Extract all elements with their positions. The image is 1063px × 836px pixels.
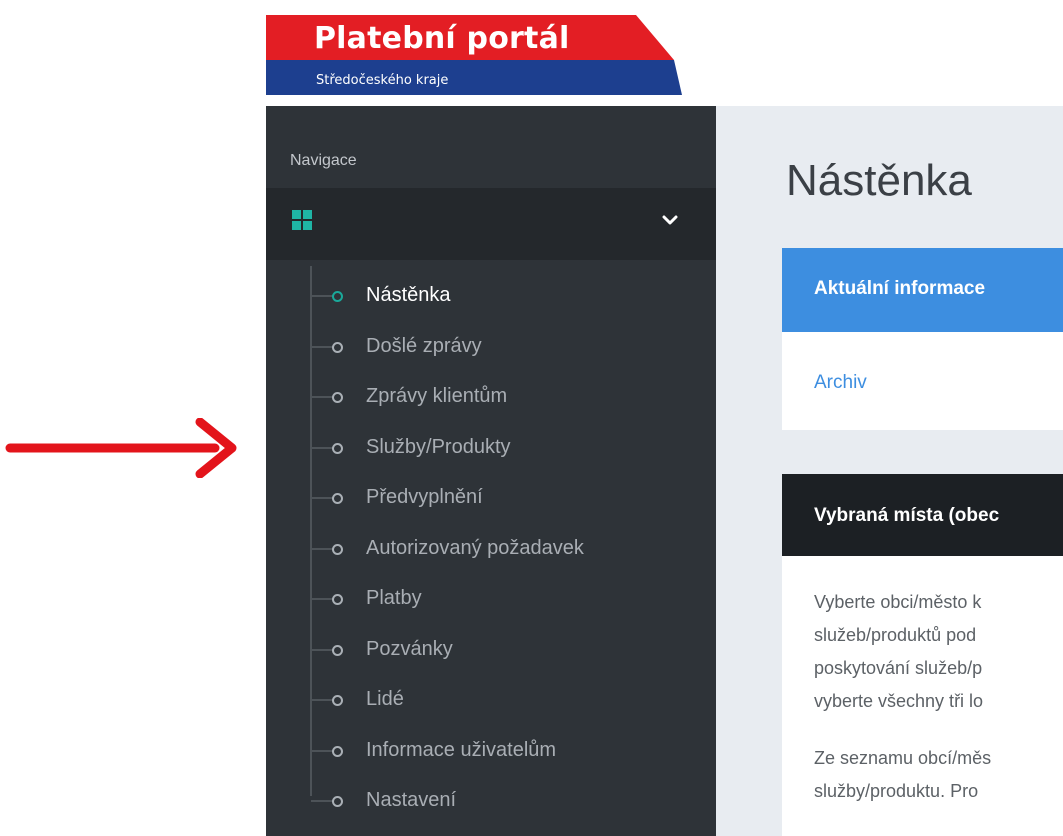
sidebar-item-predvyplneni[interactable]: Předvyplnění: [266, 472, 716, 523]
bullet-icon: [332, 341, 343, 353]
sidebar-item-label: Služby/Produkty: [366, 435, 511, 458]
sidebar-item-pozvanky[interactable]: Pozvánky: [266, 624, 716, 675]
bullet-icon: [332, 392, 343, 403]
tree-branch: [311, 497, 333, 499]
sidebar-item-label: Pozvánky: [366, 637, 453, 660]
portal-logo[interactable]: Platební portál Středočeského kraje: [266, 15, 686, 95]
sidebar-item-dosle-zpravy[interactable]: Došlé zprávy: [266, 321, 716, 372]
places-card: Vybraná místa (obec Vyberte obci/město k…: [782, 474, 1063, 836]
sidebar-item-label: Lidé: [366, 688, 404, 710]
archive-link[interactable]: Archiv: [814, 372, 867, 394]
nav-heading: Navigace: [290, 152, 357, 169]
places-card-title: Vybraná místa (obec: [814, 505, 1000, 526]
sidebar-item-lide[interactable]: Lidé: [266, 674, 716, 725]
text-line: vyberte všechny tři lo: [814, 691, 984, 711]
main-content: Nástěnka Aktuální informace Archiv Vybra…: [716, 106, 1063, 836]
annotation-arrow-icon: [5, 418, 237, 478]
sidebar-item-platby[interactable]: Platby: [266, 573, 716, 624]
bullet-icon: [332, 543, 343, 555]
sidebar-item-label: Zprávy klientům: [366, 385, 508, 407]
sidebar-item-sluzby-produkty[interactable]: Služby/Produkty: [266, 422, 716, 473]
tree-branch: [311, 547, 333, 550]
sidebar-item-nastaveni[interactable]: Nastavení: [266, 775, 716, 826]
page-title: Nástěnka: [786, 156, 972, 205]
bullet-icon: [332, 695, 343, 706]
tree-branch: [311, 345, 333, 348]
chevron-down-icon[interactable]: [662, 212, 678, 228]
text-line: služby/produktu. Pro: [814, 781, 979, 801]
text-line: Ze seznamu obcí/měs: [814, 748, 992, 768]
bullet-icon: [332, 594, 343, 605]
sidebar-item-label: Nástěnka: [366, 284, 451, 306]
tree-branch: [311, 699, 333, 701]
bullet-icon: [332, 796, 343, 807]
tree-branch: [311, 800, 333, 802]
sidebar-item-informace-uzivatelum[interactable]: Informace uživatelům: [266, 725, 716, 776]
logo-title: Platební portál: [314, 21, 570, 56]
sidebar-item-label: Informace uživatelům: [366, 738, 557, 761]
info-card: Aktuální informace Archiv: [782, 248, 1063, 430]
bullet-icon: [332, 442, 343, 454]
sidebar: Navigace Nástěnka Došlé zprávy Zprávy kl…: [266, 106, 716, 836]
places-paragraph-2: Ze seznamu obcí/měs služby/produktu. Pro: [814, 742, 1063, 808]
sidebar-item-label: Nastavení: [366, 789, 457, 811]
places-paragraph-1: Vyberte obci/město k služeb/produktů pod…: [814, 586, 1063, 718]
grid-icon: [292, 210, 312, 230]
tree-branch: [311, 295, 333, 297]
sidebar-item-label: Došlé zprávy: [366, 334, 482, 357]
sidebar-item-label: Autorizovaný požadavek: [366, 536, 584, 559]
tree-branch: [311, 598, 333, 600]
tree-branch: [311, 396, 333, 398]
sidebar-item-autorizovany-pozadavek[interactable]: Autorizovaný požadavek: [266, 523, 716, 574]
tree-branch: [311, 749, 333, 752]
tree-branch: [311, 446, 333, 449]
bullet-icon: [332, 745, 343, 757]
sidebar-menu: Nástěnka Došlé zprávy Zprávy klientům Sl…: [266, 270, 716, 826]
text-line: Vyberte obci/město k: [814, 592, 982, 612]
sidebar-item-label: Předvyplnění: [366, 486, 483, 508]
text-line: služeb/produktů pod: [814, 625, 977, 645]
text-line: poskytování služeb/p: [814, 658, 983, 678]
logo-subtitle: Středočeského kraje: [316, 73, 449, 88]
sidebar-item-zpravy-klientum[interactable]: Zprávy klientům: [266, 371, 716, 422]
places-card-body: Vyberte obci/město k služeb/produktů pod…: [814, 586, 1063, 832]
bullet-icon: [332, 644, 343, 656]
bullet-icon: [332, 291, 343, 302]
sidebar-item-label: Platby: [366, 587, 422, 609]
tree-branch: [311, 648, 333, 651]
nav-group-toggle[interactable]: [266, 188, 716, 260]
info-card-title: Aktuální informace: [814, 278, 986, 299]
bullet-icon: [332, 493, 343, 504]
sidebar-item-nastenka[interactable]: Nástěnka: [266, 270, 716, 321]
